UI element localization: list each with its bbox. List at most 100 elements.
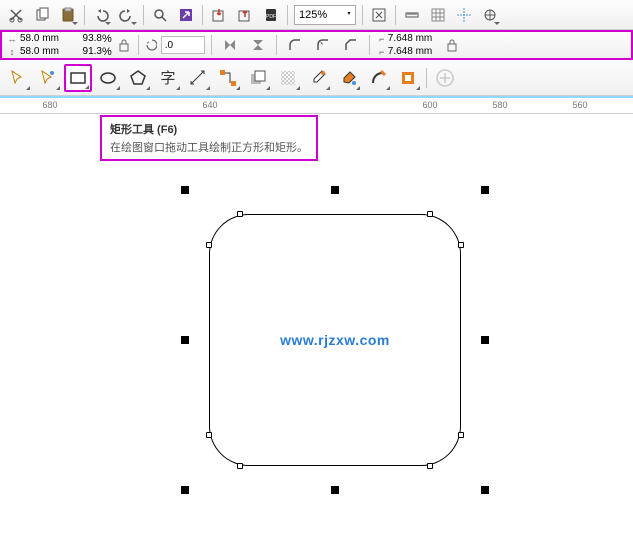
ruler-tick: 580 — [492, 100, 507, 110]
separator — [362, 5, 363, 25]
resize-handle-n[interactable] — [331, 186, 339, 194]
corner-node[interactable] — [427, 463, 433, 469]
ellipse-tool[interactable] — [94, 64, 122, 92]
chevron-down-icon — [72, 22, 78, 25]
launch-button[interactable] — [174, 3, 198, 27]
copy-button[interactable] — [30, 3, 54, 27]
corner-chamfer-button[interactable] — [339, 33, 363, 57]
transparency-tool[interactable] — [274, 64, 302, 92]
polygon-tool[interactable] — [124, 64, 152, 92]
flyout-icon — [176, 86, 180, 90]
crop-tool[interactable] — [394, 64, 422, 92]
watermark-text: www.rjzxw.com — [280, 332, 390, 348]
corner-node[interactable] — [237, 211, 243, 217]
scale-group: % % — [72, 32, 112, 58]
flyout-icon — [206, 86, 210, 90]
size-group: ↔ ↕ — [6, 32, 68, 58]
pdf-button[interactable]: PDF — [259, 3, 283, 27]
flyout-icon — [416, 86, 420, 90]
rotation-input[interactable] — [161, 36, 205, 54]
resize-handle-se[interactable] — [481, 486, 489, 494]
connector-tool[interactable] — [214, 64, 242, 92]
resize-handle-nw[interactable] — [181, 186, 189, 194]
paste-button[interactable] — [56, 3, 80, 27]
corner-scallop-button[interactable] — [311, 33, 335, 57]
chevron-down-icon — [105, 22, 111, 25]
corner-node[interactable] — [206, 432, 212, 438]
redo-button[interactable] — [115, 3, 139, 27]
ruler-tick: 560 — [572, 100, 587, 110]
resize-handle-ne[interactable] — [481, 186, 489, 194]
resize-handle-e[interactable] — [481, 336, 489, 344]
ruler-tick: 640 — [202, 100, 217, 110]
corner-tr-input[interactable] — [388, 33, 440, 44]
ruler-tick: 680 — [42, 100, 57, 110]
mirror-h-button[interactable] — [218, 33, 242, 57]
selected-shape[interactable]: www.rjzxw.com — [185, 190, 485, 490]
add-tool-button[interactable] — [431, 64, 459, 92]
separator — [276, 35, 277, 55]
corner-node[interactable] — [427, 211, 433, 217]
fullscreen-button[interactable] — [367, 3, 391, 27]
mirror-v-button[interactable] — [246, 33, 270, 57]
corner-node[interactable] — [206, 242, 212, 248]
import-button[interactable] — [207, 3, 231, 27]
rotation-icon — [145, 39, 157, 51]
percent-label: % — [102, 46, 112, 58]
corner-node[interactable] — [458, 242, 464, 248]
scale-y-input[interactable] — [72, 46, 102, 57]
grid-button[interactable] — [426, 3, 450, 27]
zoom-dropdown[interactable]: ▾ — [343, 10, 355, 19]
effects-tool[interactable] — [244, 64, 272, 92]
width-input[interactable] — [18, 33, 68, 44]
drawing-canvas[interactable]: www.rjzxw.com — [0, 130, 633, 535]
flyout-icon — [296, 86, 300, 90]
flyout-icon — [236, 86, 240, 90]
zoom-combo[interactable]: ▾ — [294, 5, 356, 25]
flyout-icon — [326, 86, 330, 90]
flyout-icon — [386, 86, 390, 90]
lock-corners-button[interactable] — [444, 33, 460, 57]
guides-button[interactable] — [452, 3, 476, 27]
export-button[interactable] — [233, 3, 257, 27]
corner-br-input[interactable] — [388, 46, 440, 57]
separator — [138, 35, 139, 55]
shape-tool[interactable] — [34, 64, 62, 92]
search-button[interactable] — [148, 3, 172, 27]
chevron-down-icon — [494, 22, 500, 25]
corner-round-button[interactable] — [283, 33, 307, 57]
corner-br-icon: ⌐ — [376, 46, 388, 58]
svg-text:PDF: PDF — [266, 14, 276, 20]
cut-button[interactable] — [4, 3, 28, 27]
flyout-icon — [356, 86, 360, 90]
height-input[interactable] — [18, 46, 68, 57]
rectangle-tool[interactable] — [64, 64, 92, 92]
pick-tool[interactable] — [4, 64, 32, 92]
flyout-icon — [26, 86, 30, 90]
corner-radius-group: ⌐ ⌐ — [376, 32, 440, 58]
resize-handle-w[interactable] — [181, 336, 189, 344]
eyedropper-tool[interactable] — [304, 64, 332, 92]
flyout-icon — [56, 86, 60, 90]
flyout-icon — [146, 86, 150, 90]
corner-node[interactable] — [458, 432, 464, 438]
dimension-tool[interactable] — [184, 64, 212, 92]
resize-handle-sw[interactable] — [181, 486, 189, 494]
separator — [395, 5, 396, 25]
outline-tool[interactable] — [364, 64, 392, 92]
fill-tool[interactable] — [334, 64, 362, 92]
horizontal-ruler[interactable]: 680640600580560 — [0, 96, 633, 114]
text-tool[interactable]: 字 — [154, 64, 182, 92]
separator — [287, 5, 288, 25]
standard-toolbar: PDF ▾ — [0, 0, 633, 30]
undo-button[interactable] — [89, 3, 113, 27]
separator — [369, 35, 370, 55]
corner-node[interactable] — [237, 463, 243, 469]
rulers-button[interactable] — [400, 3, 424, 27]
scale-x-input[interactable] — [72, 33, 102, 44]
resize-handle-s[interactable] — [331, 486, 339, 494]
zoom-input[interactable] — [295, 9, 343, 21]
lock-ratio-button[interactable] — [116, 33, 132, 57]
snap-button[interactable] — [478, 3, 502, 27]
tooltip-title: 矩形工具 (F6) — [110, 121, 308, 137]
